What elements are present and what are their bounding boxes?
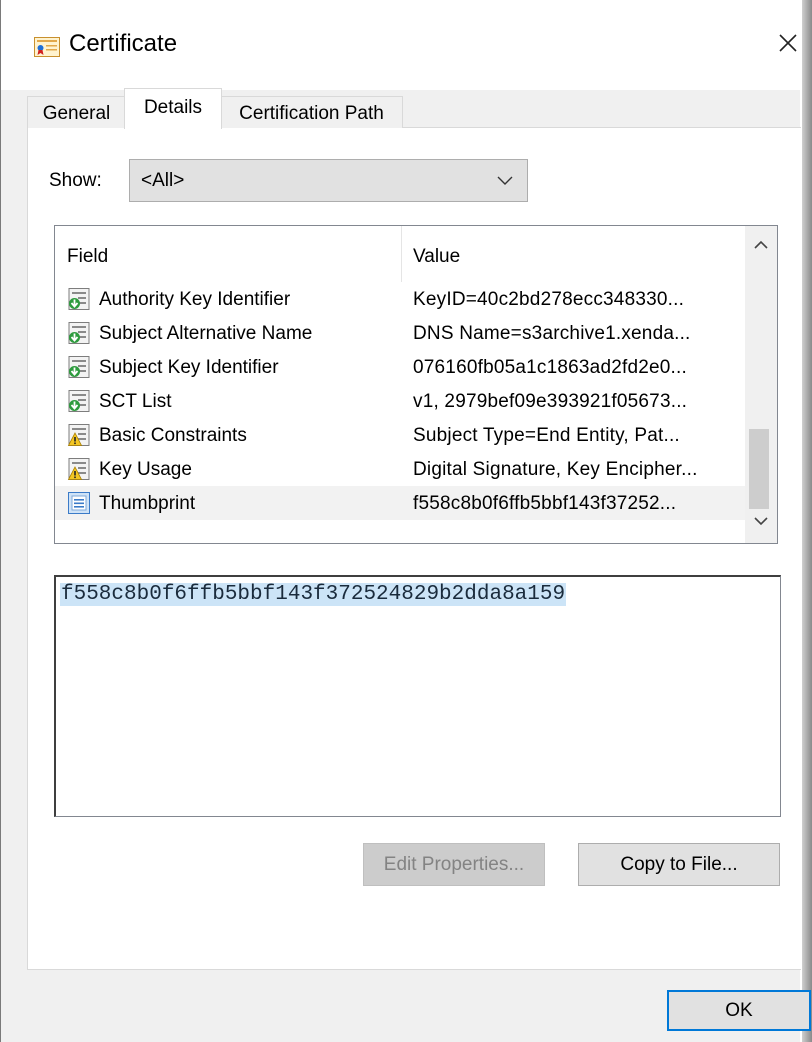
tab-details[interactable]: Details (124, 88, 222, 129)
row-value: Digital Signature, Key Encipher... (413, 459, 698, 480)
list-row-sct-list[interactable]: SCT List v1, 2979bef09e393921f05673... (55, 384, 745, 418)
column-divider[interactable] (401, 226, 402, 282)
window-shadow (802, 0, 812, 1042)
certificate-dialog: Certificate General Certification Path D… (0, 0, 811, 1042)
scrollbar-thumb[interactable] (749, 429, 769, 509)
list-row-subject-alternative-name[interactable]: Subject Alternative Name DNS Name=s3arch… (55, 316, 745, 350)
row-field: SCT List (99, 391, 172, 412)
critical-extension-icon (67, 458, 90, 480)
row-field: Basic Constraints (99, 425, 247, 446)
property-icon (68, 492, 90, 514)
row-value: KeyID=40c2bd278ecc348330... (413, 289, 685, 310)
close-icon[interactable] (771, 26, 805, 60)
certificate-icon (34, 37, 60, 57)
row-value: Subject Type=End Entity, Pat... (413, 425, 680, 446)
row-value: f558c8b0f6ffb5bbf143f37252... (413, 493, 677, 514)
chevron-down-icon (497, 176, 513, 185)
list-row-thumbprint[interactable]: Thumbprint f558c8b0f6ffb5bbf143f37252... (55, 486, 745, 520)
copy-to-file-button[interactable]: Copy to File... (578, 843, 780, 886)
row-field: Key Usage (99, 459, 192, 480)
extension-icon (68, 288, 90, 310)
tab-certification-path[interactable]: Certification Path (220, 96, 403, 128)
scroll-down-icon[interactable] (754, 516, 768, 526)
list-row-authority-key-identifier[interactable]: Authority Key Identifier KeyID=40c2bd278… (55, 282, 745, 316)
value-detail-textbox[interactable]: f558c8b0f6ffb5bbf143f372524829b2dda8a159 (54, 575, 781, 817)
row-field: Authority Key Identifier (99, 289, 291, 310)
critical-extension-icon (67, 424, 90, 446)
extension-icon (68, 322, 90, 344)
list-vertical-scrollbar[interactable] (745, 226, 777, 543)
extension-icon (68, 390, 90, 412)
row-field: Subject Key Identifier (99, 357, 279, 378)
column-header-value[interactable]: Value (413, 246, 460, 268)
show-selected-value: <All> (141, 170, 185, 191)
column-header-field[interactable]: Field (67, 246, 108, 268)
scroll-up-icon[interactable] (754, 240, 768, 250)
show-dropdown[interactable]: <All> (129, 159, 528, 202)
fields-listview[interactable]: Field Value Authority Key Identifier Key… (54, 225, 778, 544)
window-title: Certificate (69, 30, 178, 57)
list-row-subject-key-identifier[interactable]: Subject Key Identifier 076160fb05a1c1863… (55, 350, 745, 384)
edit-properties-button[interactable]: Edit Properties... (363, 843, 545, 886)
selected-value-text[interactable]: f558c8b0f6ffb5bbf143f372524829b2dda8a159 (60, 583, 567, 606)
show-label: Show: (49, 170, 102, 191)
tab-general[interactable]: General (27, 96, 126, 128)
row-field: Thumbprint (99, 493, 196, 514)
title-bar: Certificate (1, 0, 800, 90)
list-row-basic-constraints[interactable]: Basic Constraints Subject Type=End Entit… (55, 418, 745, 452)
extension-icon (68, 356, 90, 378)
row-value: 076160fb05a1c1863ad2fd2e0... (413, 357, 687, 378)
row-value: v1, 2979bef09e393921f05673... (413, 391, 688, 412)
list-header: Field Value (55, 226, 745, 282)
list-row-key-usage[interactable]: Key Usage Digital Signature, Key Enciphe… (55, 452, 745, 486)
row-field: Subject Alternative Name (99, 323, 313, 344)
row-value: DNS Name=s3archive1.xenda... (413, 323, 691, 344)
ok-button[interactable]: OK (667, 990, 811, 1031)
